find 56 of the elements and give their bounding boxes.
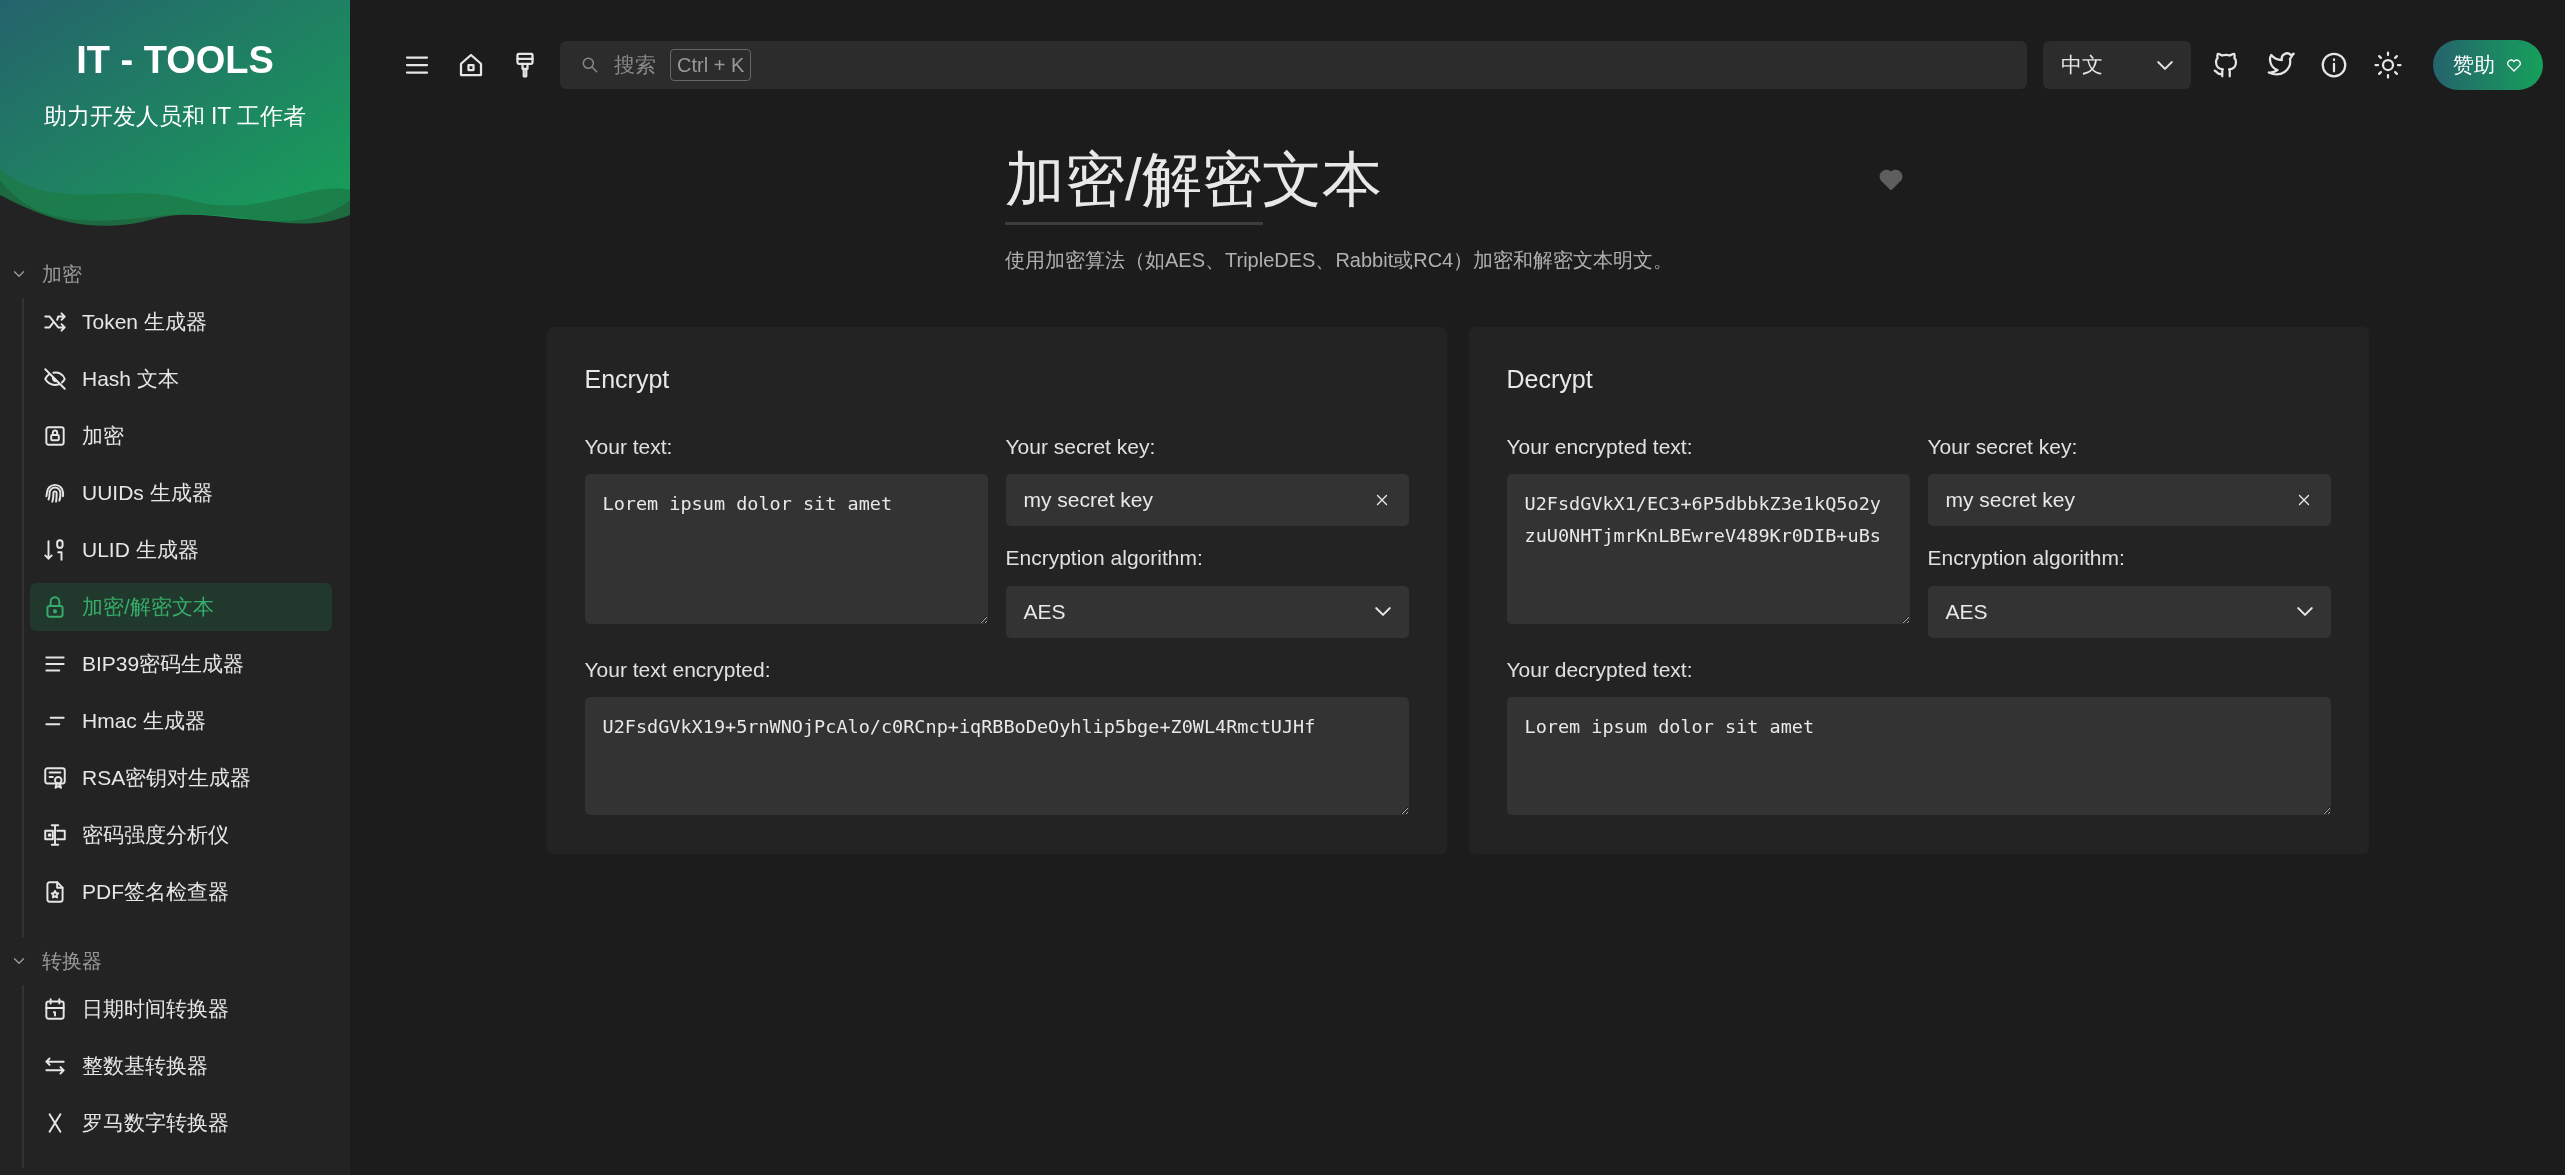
sidebar-item[interactable]: ULID 生成器 (30, 526, 332, 574)
sidebar-item[interactable]: 加密 (30, 412, 332, 460)
algorithm-select[interactable]: AES (1005, 585, 1409, 638)
text-area[interactable]: Lorem ipsum dolor sit amet (584, 474, 988, 624)
sidebar-item[interactable]: 加密/解密文本 (30, 583, 332, 631)
page-description: 使用加密算法（如AES、TripleDES、Rabbit或RC4）加密和解密文本明文。 (1005, 248, 1674, 273)
field-label: Your secret key: (1005, 433, 1156, 460)
sidebar-item[interactable]: Token 生成器 (30, 298, 332, 346)
secret-key-field[interactable]: my secret key (1927, 474, 2331, 526)
sidebar-item[interactable]: 整数基转换器 (30, 1042, 332, 1090)
heart-icon (2505, 56, 2523, 74)
field-label: Your decrypted text: (1506, 656, 1693, 683)
sidebar-item[interactable]: Hmac 生成器 (30, 697, 332, 745)
text-area[interactable]: U2FsdGVkX1/EC3+6P5dbbkZ3e1kQ5o2yzuU0NHTjmrKnLBEwreV489Kr0DIB+uBs (1506, 474, 1910, 624)
output-text-area[interactable]: Lorem ipsum dolor sit amet (1506, 697, 2331, 815)
secret-key-field[interactable]: my secret key (1005, 474, 1409, 526)
field-label: Encryption algorithm: (1005, 545, 1203, 571)
card-title: Decrypt (1506, 364, 1593, 395)
sidebar-group-title[interactable]: 转换器 (42, 946, 102, 976)
sidebar-item[interactable]: BIP39密码生成器 (30, 640, 332, 688)
sidebar-group-title[interactable]: 加密 (42, 259, 82, 289)
chevron-down-icon (2157, 60, 2173, 70)
field-label: Your encrypted text: (1506, 433, 1693, 460)
chevron-down-icon (1374, 607, 1391, 616)
sidebar-item[interactable]: 罗马数字转换器 (30, 1099, 332, 1147)
page-title: 加密/解密文本 (1005, 145, 1382, 215)
language-select[interactable]: 中文 (2043, 41, 2191, 89)
sidebar-item[interactable]: UUIDs 生成器 (30, 469, 332, 517)
sponsor-button[interactable]: 赞助 (2433, 40, 2543, 90)
password-icon (42, 822, 68, 848)
info-icon (2319, 50, 2349, 80)
eye-off-icon (42, 366, 68, 392)
search-field[interactable]: 搜索 Ctrl + K (560, 41, 2027, 89)
field-label: Encryption algorithm: (1927, 545, 2125, 571)
app-logo-title[interactable]: IT - TOOLS (76, 32, 274, 89)
keyboard-shortcut: Ctrl + K (670, 49, 752, 81)
output-text-area[interactable]: U2FsdGVkX19+5rnWNOjPcAlo/c0RCnp+iqRBBoDeOyhlip5bge+Z0WL4RmctUJHf (584, 697, 1409, 815)
field-label: Your text encrypted: (584, 656, 771, 683)
search-placeholder: 搜索 (614, 52, 656, 79)
lock-icon (42, 423, 68, 449)
sidebar-item[interactable]: PDF签名检查器 (30, 868, 332, 916)
field-label: Your secret key: (1927, 433, 2078, 460)
calendar-icon (42, 996, 68, 1022)
sidebar-item[interactable]: RSA密钥对生成器 (30, 754, 332, 802)
field-label: Your text: (584, 433, 673, 460)
sidebar-item[interactable]: 密码强度分析仪 (30, 811, 332, 859)
card-title: Encrypt (584, 364, 670, 395)
shuffle-icon (42, 309, 68, 335)
algorithm-select[interactable]: AES (1927, 585, 2331, 638)
chevron-down-icon (2296, 607, 2313, 616)
certificate-icon (42, 765, 68, 791)
app-tagline: 助力开发人员和 IT 工作者 (43, 102, 307, 131)
sidebar-item[interactable]: 日期时间转换器 (30, 985, 332, 1033)
sidebar-item[interactable]: Hash 文本 (30, 355, 332, 403)
search-icon (580, 55, 600, 75)
sun-icon (2373, 50, 2403, 80)
